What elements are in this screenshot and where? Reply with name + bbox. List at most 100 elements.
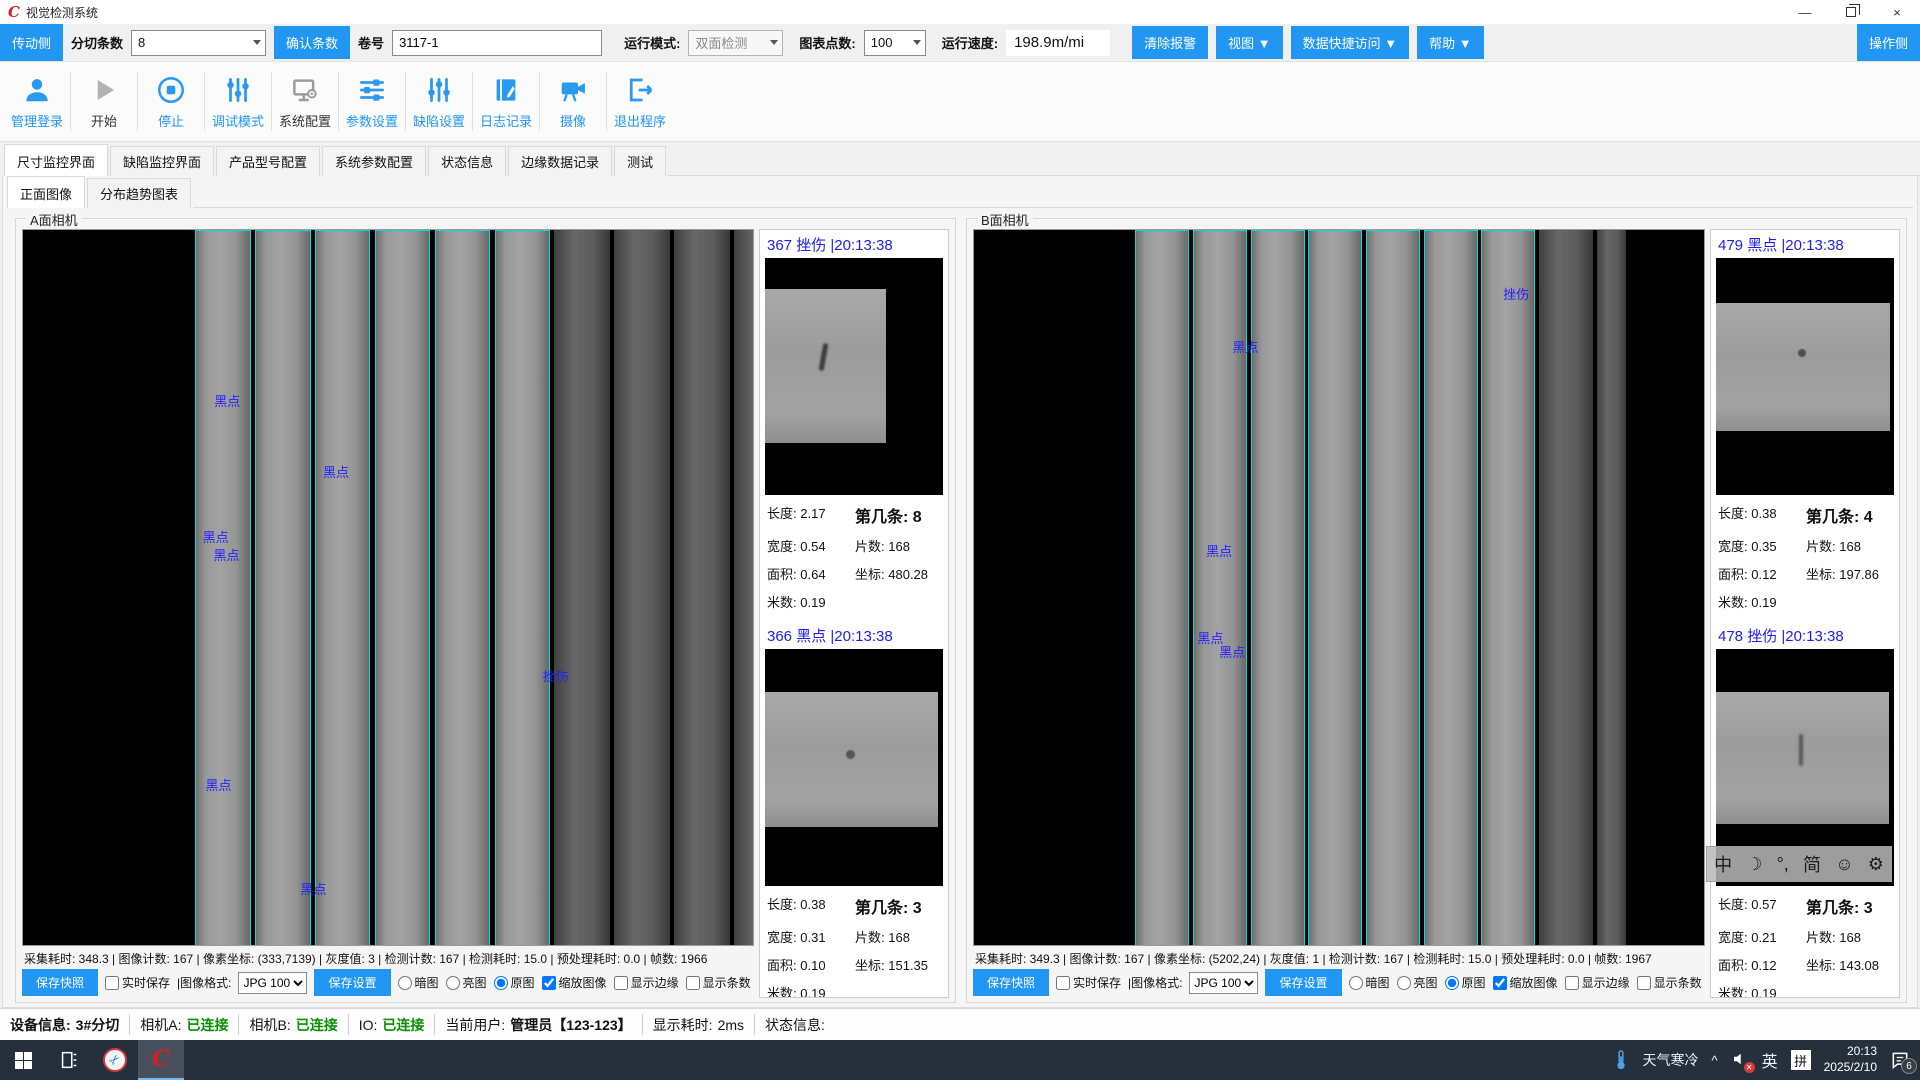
- snipping-tool-button[interactable]: ✂: [92, 1040, 138, 1080]
- tab-front-image[interactable]: 正面图像: [7, 176, 85, 208]
- admin-login-button[interactable]: 管理登录: [6, 62, 68, 141]
- ime-bar-item[interactable]: ⚙: [1868, 854, 1884, 875]
- current-user-label: 当前用户:: [445, 1015, 505, 1035]
- main-toolbar: 传动侧 分切条数 8 确认条数 卷号 运行模式: 双面检测 图表点数: 100 …: [0, 24, 1920, 62]
- strip-region: [734, 230, 754, 945]
- vision-app-taskbar-button[interactable]: C: [138, 1040, 184, 1080]
- confirm-count-button[interactable]: 确认条数: [274, 26, 350, 59]
- show-edge-checkbox[interactable]: 显示边缘: [614, 974, 679, 991]
- help-menu-button[interactable]: 帮助 ▼: [1417, 26, 1483, 59]
- image-format-label: |图像格式:: [1128, 974, 1182, 991]
- show-edge-checkbox[interactable]: 显示边缘: [1565, 974, 1630, 991]
- strip-region: [315, 230, 370, 945]
- task-view-button[interactable]: [46, 1040, 92, 1080]
- chart-points-select[interactable]: 100: [864, 30, 926, 56]
- view-menu-button[interactable]: 视图 ▼: [1216, 26, 1282, 59]
- capture-button[interactable]: 摄像: [542, 62, 604, 141]
- tab-system-parameter-config[interactable]: 系统参数配置: [322, 146, 426, 176]
- ime-floating-toolbar[interactable]: 中 ☽ °, 简 ☺ ⚙: [1706, 846, 1892, 882]
- system-config-button[interactable]: 系统配置: [274, 62, 336, 141]
- data-quick-access-menu-button[interactable]: 数据快捷访问 ▼: [1291, 26, 1409, 59]
- defect-settings-button[interactable]: 缺陷设置: [408, 62, 470, 141]
- strip-region: [435, 230, 490, 945]
- logbook-pencil-icon: [489, 73, 523, 107]
- save-settings-button[interactable]: 保存设置: [314, 969, 390, 996]
- close-button[interactable]: ×: [1874, 0, 1920, 24]
- log-record-button[interactable]: 日志记录: [475, 62, 537, 141]
- start-button[interactable]: 开始: [73, 62, 135, 141]
- roll-number-input[interactable]: [392, 30, 602, 56]
- bright-image-radio[interactable]: 亮图: [446, 974, 487, 991]
- app-logo-icon: C: [152, 1046, 170, 1072]
- restore-button[interactable]: [1828, 0, 1874, 24]
- clear-alarm-button[interactable]: 清除报警: [1132, 26, 1208, 59]
- tab-size-monitor[interactable]: 尺寸监控界面: [4, 144, 108, 176]
- dark-image-radio[interactable]: 暗图: [1349, 974, 1390, 991]
- realtime-save-checkbox[interactable]: 实时保存: [1056, 974, 1121, 991]
- notification-center-button[interactable]: 6: [1890, 1050, 1910, 1070]
- horizontal-sliders-icon: [355, 73, 389, 107]
- defect-marker-label: 黑点: [1206, 541, 1232, 560]
- bright-image-radio[interactable]: 亮图: [1397, 974, 1438, 991]
- image-format-select[interactable]: JPG 100: [1189, 972, 1258, 994]
- ime-bar-item[interactable]: 中: [1714, 851, 1732, 877]
- stop-button[interactable]: 停止: [140, 62, 202, 141]
- dark-image-radio[interactable]: 暗图: [398, 974, 439, 991]
- save-settings-button[interactable]: 保存设置: [1265, 969, 1341, 996]
- debug-mode-button[interactable]: 调试模式: [207, 62, 269, 141]
- device-info-value: 3#分切: [76, 1015, 120, 1035]
- ime-bar-item[interactable]: ☽: [1746, 854, 1762, 875]
- hidden-icons-chevron[interactable]: ^: [1711, 1053, 1717, 1068]
- save-snapshot-button[interactable]: 保存快照: [22, 969, 98, 996]
- run-speed-value: 198.9m/mi: [1006, 30, 1110, 56]
- camera-a-controls: 保存快照 实时保存 |图像格式: JPG 100 保存设置 暗图 亮图 原图 缩…: [22, 969, 754, 998]
- start-button[interactable]: [0, 1040, 46, 1080]
- defect-card[interactable]: 366 黑点 |20:13:38 长度: 0.38 第几条: 3 宽度: 0.3…: [765, 623, 943, 998]
- operate-side-button[interactable]: 操作侧: [1857, 24, 1920, 61]
- slit-count-select[interactable]: 8: [131, 30, 266, 56]
- taskbar-clock[interactable]: 20:13 2025/2/10: [1824, 1044, 1877, 1075]
- tab-defect-monitor[interactable]: 缺陷监控界面: [110, 146, 214, 176]
- tab-test[interactable]: 测试: [614, 146, 666, 176]
- parameter-settings-button[interactable]: 参数设置: [341, 62, 403, 141]
- strip-region: [674, 230, 729, 945]
- ime-language-indicator[interactable]: 英: [1762, 1048, 1778, 1072]
- ime-bar-item[interactable]: °,: [1777, 854, 1789, 875]
- vertical-sliders-icon: [221, 73, 255, 107]
- exit-program-button[interactable]: 退出程序: [609, 62, 671, 141]
- show-strip-count-checkbox[interactable]: 显示条数: [686, 974, 751, 991]
- run-mode-select[interactable]: 双面检测: [688, 30, 783, 56]
- defect-card[interactable]: 478 挫伤 |20:13:38 长度: 0.57 第几条: 3 宽度: 0.2…: [1716, 623, 1894, 998]
- camera-b-image[interactable]: 挫伤黑点黑点黑点黑点: [973, 229, 1705, 946]
- monitor-gear-icon: [288, 73, 322, 107]
- drive-side-button[interactable]: 传动侧: [0, 24, 63, 61]
- realtime-save-checkbox[interactable]: 实时保存: [105, 974, 170, 991]
- camera-a-image[interactable]: 黑点黑点黑点黑点挫伤黑点黑点: [22, 229, 754, 946]
- defect-card-stats: 长度: 2.17 第几条: 8 宽度: 0.54 片数: 168 面积: 0.6…: [765, 495, 943, 611]
- chart-points-label: 图表点数:: [799, 33, 855, 52]
- defect-card[interactable]: 367 挫伤 |20:13:38 长度: 2.17 第几条: 8 宽度: 0.5…: [765, 232, 943, 611]
- zoom-image-checkbox[interactable]: 缩放图像: [542, 974, 607, 991]
- camera-a-title: A面相机: [26, 210, 82, 229]
- camera-a-defect-list: 367 挫伤 |20:13:38 长度: 2.17 第几条: 8 宽度: 0.5…: [759, 229, 949, 998]
- ime-bar-item[interactable]: 简: [1803, 851, 1821, 877]
- tab-status-info[interactable]: 状态信息: [428, 146, 506, 176]
- image-format-select[interactable]: JPG 100: [238, 972, 307, 994]
- icon-toolbar: 管理登录 开始 停止 调试模式 系统配置: [0, 62, 1920, 142]
- tab-product-model-config[interactable]: 产品型号配置: [216, 146, 320, 176]
- minimize-button[interactable]: —: [1782, 0, 1828, 24]
- save-snapshot-button[interactable]: 保存快照: [973, 969, 1049, 996]
- volume-muted-icon[interactable]: ✕: [1731, 1050, 1749, 1071]
- weather-text[interactable]: 天气寒冷: [1642, 1050, 1698, 1070]
- original-image-radio[interactable]: 原图: [494, 974, 535, 991]
- zoom-image-checkbox[interactable]: 缩放图像: [1493, 974, 1558, 991]
- ime-mode-indicator[interactable]: 拼: [1791, 1050, 1811, 1070]
- title-bar: C 视觉检测系统 — ×: [0, 0, 1920, 24]
- defect-card[interactable]: 479 黑点 |20:13:38 长度: 0.38 第几条: 4 宽度: 0.3…: [1716, 232, 1894, 611]
- strip-region: [614, 230, 669, 945]
- tab-edge-data-record[interactable]: 边缘数据记录: [508, 146, 612, 176]
- tab-distribution-trend-chart[interactable]: 分布趋势图表: [87, 178, 191, 208]
- ime-bar-item[interactable]: ☺: [1835, 854, 1853, 875]
- original-image-radio[interactable]: 原图: [1445, 974, 1486, 991]
- show-strip-count-checkbox[interactable]: 显示条数: [1637, 974, 1702, 991]
